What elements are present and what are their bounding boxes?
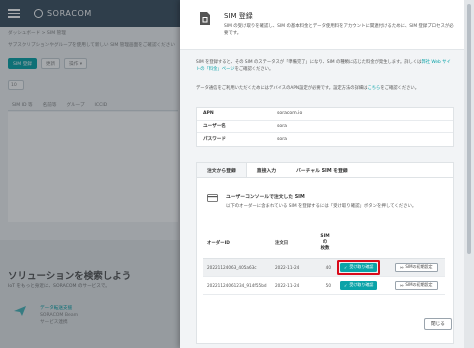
username-row: ユーザー名 sora (197, 121, 453, 133)
panel-subtitle: 以下のオーダーに含まれている SIM を登録するには「受け取り確認」ボタンを押し… (226, 204, 417, 209)
link-icon: ⚯ (400, 264, 404, 270)
sim-card-icon (200, 12, 210, 25)
confirm-column-header (333, 228, 391, 259)
drawer-description: SIM の受け取りを確認し、SIM の基本料金とデータ使用料をアカウントに関連付… (224, 24, 454, 36)
sim-count: 40 (317, 258, 333, 277)
confirm-receipt-button[interactable]: ✓ 受け取り確認 (340, 262, 378, 272)
charge-notice: SIM を登録すると、その SIM のステータスが「準備完了」になり、SIM の… (196, 60, 451, 72)
username-value: sora (277, 123, 287, 129)
drawer-header: SIM 登録 SIM の受け取りを確認し、SIM の基本料金とデータ使用料をアカ… (180, 0, 464, 50)
table-row: 20221124063_405a63c 2022-11-24 40 ✓ 受け取り… (203, 258, 445, 277)
tab-direct-input[interactable]: 直接入力 (247, 163, 286, 177)
tab-register-from-order[interactable]: 注文から登録 (197, 163, 247, 177)
highlight-box: ✓ 受け取り確認 (337, 259, 381, 275)
check-icon: ✓ (344, 264, 348, 270)
orders-table: オーダーID 注文日 SIM の 枚数 20221124063_405a63c … (203, 228, 445, 295)
panel-title: ユーザーコンソールで注文した SIM (226, 195, 305, 200)
password-value: sora (277, 136, 287, 142)
check-icon: ✓ (344, 282, 348, 288)
close-button[interactable]: 閉じる (424, 318, 452, 330)
password-row: パスワード sora (203, 136, 287, 143)
order-id: 20221124063_405a63c (203, 258, 271, 277)
orders-table-header: オーダーID 注文日 SIM の 枚数 (203, 228, 445, 259)
settings-column-header (391, 228, 445, 259)
sim-initial-settings-button[interactable]: ⚯ SIMの初期設定 (395, 262, 438, 272)
order-id: 20221124061234_914f55bd (203, 276, 271, 295)
order-id-header: オーダーID (203, 228, 271, 259)
tab-virtual-sim[interactable]: バーチャル SIM を登録 (286, 163, 358, 177)
order-register-panel: ユーザーコンソールで注文した SIM 以下のオーダーに含まれている SIM を登… (196, 178, 454, 344)
sim-initial-settings-button[interactable]: ⚯ SIMの初期設定 (395, 280, 438, 290)
panel-header: ユーザーコンソールで注文した SIM 以下のオーダーに含まれている SIM を登… (207, 193, 416, 209)
table-row: 20221124061234_914f55bd 2022-11-24 50 ✓ … (203, 276, 445, 295)
order-date: 2022-11-24 (271, 258, 317, 277)
order-date: 2022-11-24 (271, 276, 317, 295)
apn-help-link[interactable]: こちら (367, 86, 380, 91)
confirm-receipt-button[interactable]: ✓ 受け取り確認 (340, 280, 378, 290)
drawer-title: SIM 登録 (224, 12, 253, 20)
sim-count-header: SIM の 枚数 (317, 228, 333, 259)
sim-count: 50 (317, 276, 333, 295)
sim-register-drawer: SIM 登録 SIM の受け取りを確認し、SIM の基本料金とデータ使用料をアカ… (180, 0, 464, 348)
apn-row: APN soracom.io (197, 108, 453, 121)
order-date-header: 注文日 (271, 228, 317, 259)
scrollbar-thumb[interactable] (467, 4, 471, 254)
drawer-scrollbar[interactable] (464, 0, 474, 348)
apn-notice: データ通信をご利用いただくためにはデバイスのAPN設定が必要です。設定方法の詳細… (196, 86, 420, 91)
apn-settings-table: APN soracom.io ユーザー名 sora パスワード sora (196, 107, 454, 147)
register-method-tabs: 注文から登録 直接入力 バーチャル SIM を登録 (196, 162, 454, 178)
link-icon: ⚯ (400, 282, 404, 288)
apn-value: soracom.io (277, 111, 303, 117)
credit-card-icon (207, 194, 218, 202)
